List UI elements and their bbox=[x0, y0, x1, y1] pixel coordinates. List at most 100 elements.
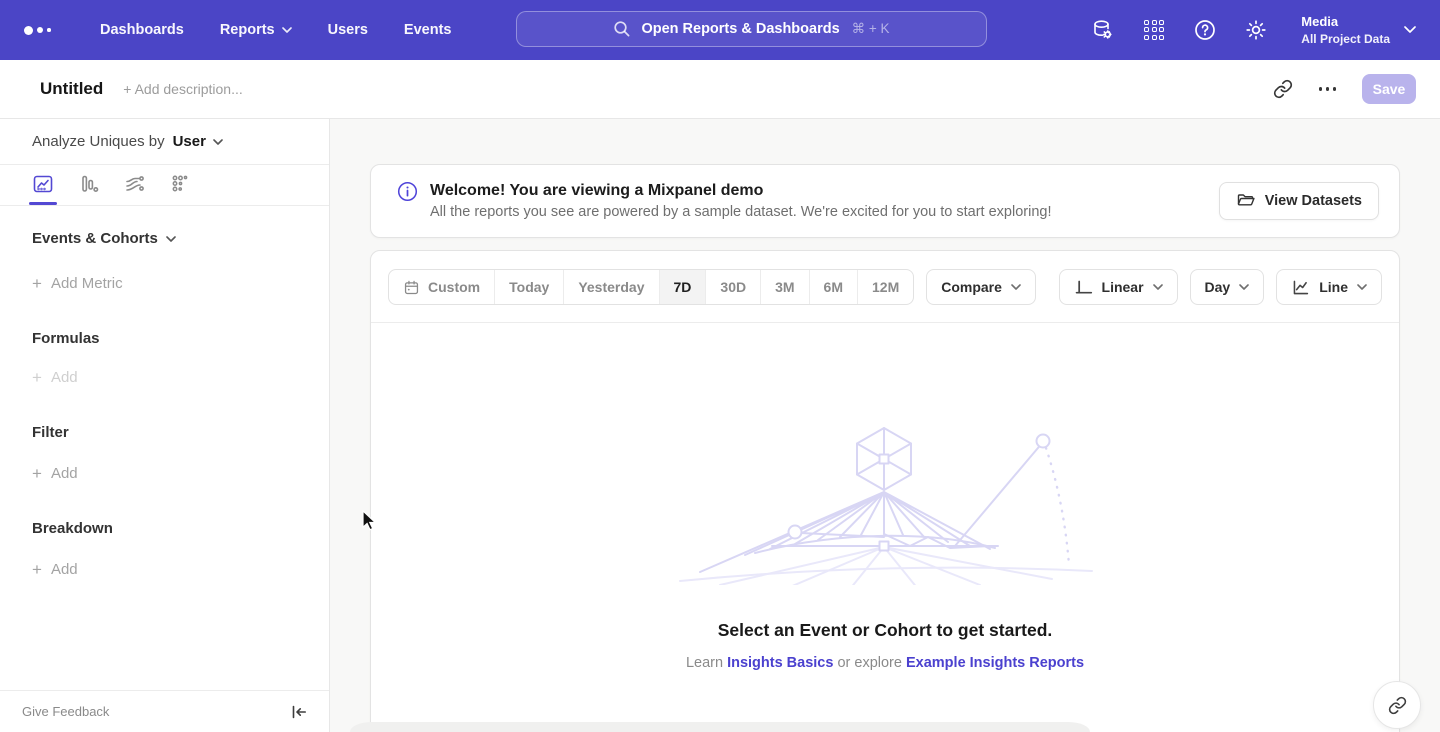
help-icon[interactable] bbox=[1193, 18, 1217, 42]
copy-link-icon[interactable] bbox=[1273, 79, 1293, 99]
chevron-down-icon bbox=[1357, 284, 1367, 290]
range-12m[interactable]: 12M bbox=[857, 270, 913, 304]
nav-events[interactable]: Events bbox=[404, 22, 452, 38]
info-icon bbox=[397, 181, 418, 202]
plus-icon: + bbox=[32, 465, 42, 482]
chevron-down-icon bbox=[1239, 284, 1249, 290]
global-search[interactable]: Open Reports & Dashboards ⌘ + K bbox=[516, 11, 987, 47]
tab-retention-icon[interactable] bbox=[170, 173, 192, 203]
events-cohorts-section: Events & Cohorts + Add Metric bbox=[0, 230, 329, 292]
plus-icon: + bbox=[32, 369, 42, 386]
add-formula-button[interactable]: + Add bbox=[32, 369, 297, 386]
analyze-row: Analyze Uniques by User bbox=[0, 119, 329, 165]
nav-users[interactable]: Users bbox=[328, 22, 368, 38]
give-feedback-link[interactable]: Give Feedback bbox=[22, 704, 109, 719]
formulas-header: Formulas bbox=[32, 330, 297, 347]
search-shortcut: ⌘ + K bbox=[852, 21, 890, 37]
project-scope: All Project Data bbox=[1301, 31, 1390, 47]
collapse-sidebar-icon[interactable] bbox=[289, 703, 307, 721]
add-metric-button[interactable]: + Add Metric bbox=[32, 275, 297, 292]
apps-grid-icon[interactable] bbox=[1142, 18, 1166, 42]
add-breakdown-button[interactable]: + Add bbox=[32, 561, 297, 578]
banner-text: Welcome! You are viewing a Mixpanel demo… bbox=[430, 182, 1052, 220]
empty-state: Select an Event or Cohort to get started… bbox=[371, 323, 1399, 671]
logo-dot bbox=[37, 27, 43, 33]
chart-type-tabs bbox=[0, 165, 329, 206]
chevron-down-icon bbox=[1404, 26, 1416, 33]
share-link-fab[interactable] bbox=[1373, 681, 1421, 729]
range-3m[interactable]: 3M bbox=[760, 270, 808, 304]
interval-dropdown[interactable]: Day bbox=[1190, 269, 1265, 305]
add-filter-button[interactable]: + Add bbox=[32, 465, 297, 482]
search-icon bbox=[613, 20, 631, 38]
empty-state-title: Select an Event or Cohort to get started… bbox=[371, 620, 1399, 641]
example-insights-reports-link[interactable]: Example Insights Reports bbox=[906, 655, 1084, 671]
formulas-section: Formulas + Add bbox=[0, 330, 329, 386]
logo-dot bbox=[47, 28, 51, 32]
line-chart-icon bbox=[1291, 278, 1310, 297]
report-header: Untitled + Add description... Save bbox=[0, 60, 1440, 119]
nav-right-cluster: Media All Project Data bbox=[1091, 13, 1440, 47]
range-custom[interactable]: Custom bbox=[389, 270, 494, 304]
mixpanel-logo[interactable] bbox=[24, 26, 58, 35]
analyze-entity-dropdown[interactable]: User bbox=[173, 133, 223, 150]
chart-type-dropdown[interactable]: Line bbox=[1276, 269, 1382, 305]
report-title[interactable]: Untitled bbox=[40, 79, 103, 99]
data-management-icon[interactable] bbox=[1091, 18, 1115, 42]
calendar-icon bbox=[403, 279, 420, 296]
insights-basics-link[interactable]: Insights Basics bbox=[727, 655, 833, 671]
tab-insights-line-icon[interactable] bbox=[32, 173, 54, 203]
plus-icon: + bbox=[32, 561, 42, 578]
compare-dropdown[interactable]: Compare bbox=[926, 269, 1036, 305]
main-content: Welcome! You are viewing a Mixpanel demo… bbox=[330, 119, 1440, 732]
view-datasets-button[interactable]: View Datasets bbox=[1219, 182, 1379, 220]
banner-title: Welcome! You are viewing a Mixpanel demo bbox=[430, 182, 1052, 200]
plus-icon: + bbox=[32, 275, 42, 292]
report-toolbar: Custom Today Yesterday 7D 30D 3M 6M 12M … bbox=[371, 251, 1399, 323]
range-6m[interactable]: 6M bbox=[809, 270, 857, 304]
project-name: Media bbox=[1301, 13, 1390, 31]
breakdown-header: Breakdown bbox=[32, 520, 297, 537]
more-options-icon[interactable] bbox=[1319, 87, 1337, 91]
report-description-placeholder[interactable]: + Add description... bbox=[123, 81, 242, 97]
chevron-down-icon bbox=[282, 27, 292, 33]
save-button[interactable]: Save bbox=[1362, 74, 1416, 104]
range-today[interactable]: Today bbox=[494, 270, 563, 304]
axis-icon bbox=[1074, 278, 1093, 297]
search-placeholder: Open Reports & Dashboards bbox=[641, 21, 839, 37]
next-card-edge bbox=[350, 722, 1090, 732]
analyze-label: Analyze Uniques by bbox=[32, 133, 165, 150]
events-cohorts-header[interactable]: Events & Cohorts bbox=[32, 230, 297, 247]
filter-header: Filter bbox=[32, 424, 297, 441]
range-yesterday[interactable]: Yesterday bbox=[563, 270, 658, 304]
tab-bar-chart-icon[interactable] bbox=[78, 173, 100, 203]
logo-dot bbox=[24, 26, 33, 35]
folder-icon bbox=[1236, 191, 1256, 211]
nav-dashboards[interactable]: Dashboards bbox=[100, 22, 184, 38]
chevron-down-icon bbox=[166, 236, 176, 242]
nav-menu: Dashboards Reports Users Events bbox=[100, 22, 451, 38]
query-builder-sidebar: Analyze Uniques by User Events & Cohorts bbox=[0, 119, 330, 732]
chevron-down-icon bbox=[1153, 284, 1163, 290]
welcome-banner: Welcome! You are viewing a Mixpanel demo… bbox=[370, 164, 1400, 238]
project-switcher[interactable]: Media All Project Data bbox=[1301, 13, 1416, 47]
tab-flows-icon[interactable] bbox=[124, 173, 146, 203]
link-icon bbox=[1388, 696, 1407, 715]
chevron-down-icon bbox=[213, 139, 223, 145]
report-actions: Save bbox=[1273, 74, 1417, 104]
project-info: Media All Project Data bbox=[1301, 13, 1390, 47]
range-7d-selected[interactable]: 7D bbox=[659, 270, 706, 304]
scale-dropdown[interactable]: Linear bbox=[1059, 269, 1178, 305]
mixpanel-insights-app: Dashboards Reports Users Events Open Rep… bbox=[0, 0, 1440, 732]
report-card: Custom Today Yesterday 7D 30D 3M 6M 12M … bbox=[370, 250, 1400, 732]
nav-reports[interactable]: Reports bbox=[220, 22, 292, 38]
settings-gear-icon[interactable] bbox=[1244, 18, 1268, 42]
sidebar-footer: Give Feedback bbox=[0, 690, 329, 732]
banner-subtitle: All the reports you see are powered by a… bbox=[430, 204, 1052, 220]
empty-state-illustration bbox=[660, 415, 1110, 585]
top-nav: Dashboards Reports Users Events Open Rep… bbox=[0, 0, 1440, 60]
chart-controls: Linear Day Line bbox=[1059, 269, 1382, 305]
range-30d[interactable]: 30D bbox=[705, 270, 760, 304]
breakdown-section: Breakdown + Add bbox=[0, 520, 329, 578]
date-range-control: Custom Today Yesterday 7D 30D 3M 6M 12M bbox=[388, 269, 914, 305]
